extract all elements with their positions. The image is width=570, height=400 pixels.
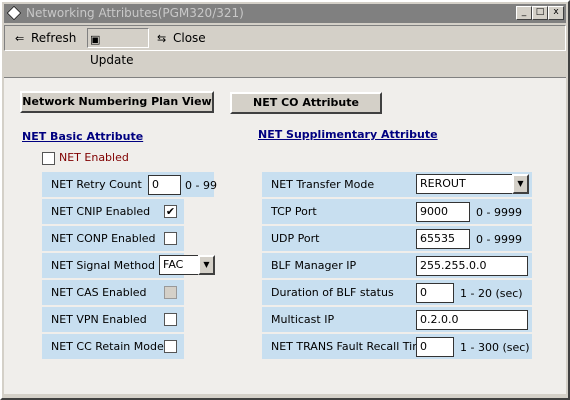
transfer-mode-label: NET Transfer Mode [271,178,375,191]
vpn-label: NET VPN Enabled [51,313,147,326]
cnip-row: NET CNIP Enabled ✔ [42,199,184,224]
signal-method-label: NET Signal Method [51,259,155,272]
cc-retain-checkbox[interactable] [164,340,177,353]
transfer-mode-row: NET Transfer Mode REROUT ▼ [262,172,532,197]
blf-manager-label: BLF Manager IP [271,259,357,272]
signal-method-row: NET Signal Method FAC ▼ [42,253,215,278]
title-bar[interactable]: Networking Attributes(PGM320/321) _ □ x [4,4,566,23]
retry-count-input[interactable]: 0 [148,175,181,195]
fault-recall-input[interactable]: 0 [416,337,454,357]
update-button[interactable]: ▣ Update [87,28,149,67]
multicast-ip-row: Multicast IP 0.2.0.0 [262,307,532,332]
blf-manager-row: BLF Manager IP 255.255.0.0 [262,253,532,278]
blf-duration-label: Duration of BLF status [271,286,394,299]
app-window: Networking Attributes(PGM320/321) _ □ x … [0,0,570,400]
cnip-label: NET CNIP Enabled [51,205,151,218]
minimize-button[interactable]: _ [516,6,532,20]
net-enabled-checkbox[interactable] [42,152,55,165]
conp-row: NET CONP Enabled [42,226,184,251]
tcp-port-label: TCP Port [271,205,317,218]
retry-count-range: 0 - 99 [185,179,217,192]
app-icon [6,5,22,21]
tcp-port-row: TCP Port 9000 0 - 9999 [262,199,532,224]
retry-count-label: NET Retry Count [51,178,142,191]
save-icon: ▣ [90,33,101,46]
udp-port-label: UDP Port [271,232,320,245]
update-label: Update [90,53,134,67]
udp-port-range: 0 - 9999 [476,233,522,246]
basic-attribute-heading: NET Basic Attribute [22,130,144,143]
cas-checkbox [164,286,177,299]
retry-count-row: NET Retry Count 0 0 - 99 [42,172,217,197]
blf-duration-row: Duration of BLF status 0 1 - 20 (sec) [262,280,532,305]
signal-method-dropdown-icon[interactable]: ▼ [198,255,215,275]
udp-port-row: UDP Port 65535 0 - 9999 [262,226,532,251]
cnip-checkbox[interactable]: ✔ [164,205,177,218]
refresh-label: Refresh [31,31,77,45]
cas-row: NET CAS Enabled [42,280,184,305]
exit-icon: ⇆ [157,32,167,45]
vpn-row: NET VPN Enabled [42,307,184,332]
co-attribute-button[interactable]: NET CO Attribute [230,92,382,114]
numbering-plan-view-button[interactable]: Network Numbering Plan View [20,91,214,113]
refresh-button[interactable]: ⇐ Refresh [13,28,81,48]
vpn-checkbox[interactable] [164,313,177,326]
tcp-port-input[interactable]: 9000 [416,202,470,222]
transfer-mode-dropdown-icon[interactable]: ▼ [512,174,529,194]
maximize-button[interactable]: □ [532,6,548,20]
fault-recall-label: NET TRANS Fault Recall Timer [271,340,435,353]
supplementary-attribute-heading: NET Supplimentary Attribute [258,128,438,141]
conp-label: NET CONP Enabled [51,232,156,245]
cc-retain-label: NET CC Retain Mode [51,340,164,353]
content-panel: Network Numbering Plan View NET CO Attri… [4,77,566,394]
back-arrow-icon: ⇐ [15,32,25,45]
cc-retain-row: NET CC Retain Mode [42,334,184,359]
close-window-button[interactable]: x [548,6,564,20]
blf-manager-ip-input[interactable]: 255.255.0.0 [416,256,528,276]
multicast-ip-input[interactable]: 0.2.0.0 [416,310,528,330]
blf-duration-range: 1 - 20 (sec) [460,287,523,300]
close-button[interactable]: ⇆ Close [155,28,213,48]
fault-recall-row: NET TRANS Fault Recall Timer 0 1 - 300 (se… [262,334,532,359]
blf-duration-input[interactable]: 0 [416,283,454,303]
cas-label: NET CAS Enabled [51,286,147,299]
window-title: Networking Attributes(PGM320/321) [26,6,244,20]
conp-checkbox[interactable] [164,232,177,245]
tcp-port-range: 0 - 9999 [476,206,522,219]
udp-port-input[interactable]: 65535 [416,229,470,249]
net-enabled-label: NET Enabled [59,151,129,164]
close-label: Close [173,31,206,45]
toolbar: ⇐ Refresh ▣ Update ⇆ Close [4,25,566,67]
multicast-ip-label: Multicast IP [271,313,335,326]
fault-recall-range: 1 - 300 (sec) [460,341,530,354]
